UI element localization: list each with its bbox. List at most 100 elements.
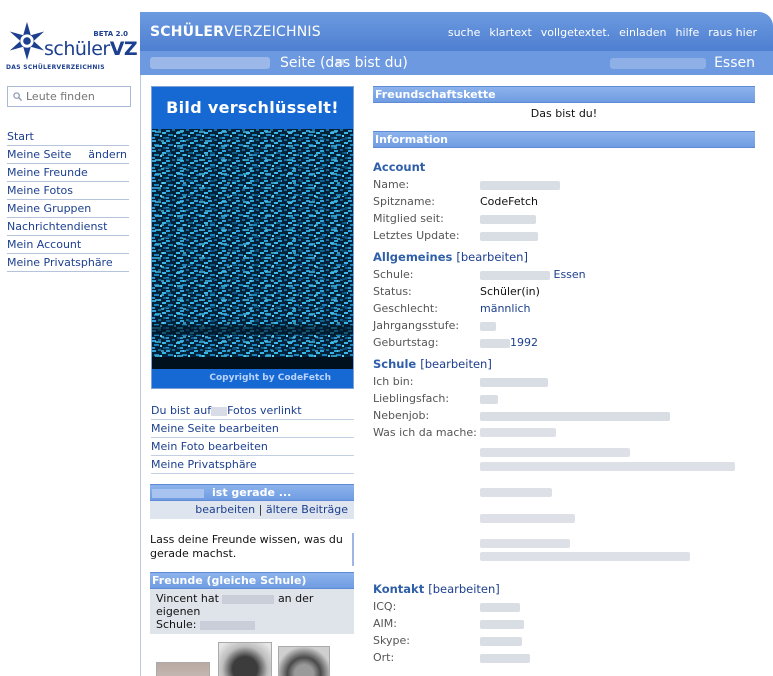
info-row: Ich bin: [373,373,755,390]
blurred-value [480,377,548,387]
people-search[interactable] [7,86,131,107]
menu-search[interactable]: suche [448,26,481,39]
friend-thumbnails [150,642,354,676]
menu-logout[interactable]: raus hier [708,26,757,39]
site-logo[interactable]: BETA 2.0 schülerVZ DAS SCHÜLERVERZEICHNI… [6,20,138,76]
sidebar-item-messages[interactable]: Nachrichtendienst [7,218,129,236]
edit-page-link[interactable]: Meine Seite bearbeiten [151,420,354,438]
birthday-link[interactable]: 1992 [480,334,538,351]
school-link[interactable]: Essen [480,266,586,283]
blurred-value [480,552,690,561]
sidebar-item-label[interactable]: Meine Privatsphäre [7,256,113,269]
page-city: Essen [714,55,755,71]
left-sidebar: BETA 2.0 schülerVZ DAS SCHÜLERVERZEICHNI… [0,0,138,676]
blurred-value [480,214,536,224]
edit-photo-label[interactable]: Mein Foto bearbeiten [151,440,268,453]
contact-heading: Kontakt [bearbeiten] [373,582,500,596]
menu-klartext[interactable]: klartext [489,26,531,39]
blurred-value [480,338,510,348]
sidebar-nav: Start Meine Seite ändern Meine Freunde Me… [7,128,129,272]
sidebar-item-label[interactable]: Meine Fotos [7,184,73,197]
menu-vollgetextet[interactable]: vollgetextet. [541,26,610,39]
menu-invite[interactable]: einladen [619,26,666,39]
status-actions: bearbeiten | ältere Beiträge [150,501,354,519]
logo-tagline: DAS SCHÜLERVERZEICHNIS [6,64,105,71]
friend-thumbnail[interactable] [156,662,210,676]
info-row: Was ich da mache: [373,424,755,584]
status-text[interactable]: Lass deine Freunde wissen, was du gerade… [150,533,354,566]
sidebar-item-label[interactable]: Nachrichtendienst [7,220,107,233]
sidebar-item-label[interactable]: Meine Freunde [7,166,88,179]
sidebar-item-friends[interactable]: Meine Freunde [7,164,129,182]
older-posts-link[interactable]: ältere Beiträge [266,503,348,516]
sidebar-item-label[interactable]: Meine Gruppen [7,202,91,215]
blurred-value [480,462,735,471]
edit-page-label[interactable]: Meine Seite bearbeiten [151,422,279,435]
info-row: Name: [373,176,755,193]
info-row: Geschlecht: männlich [373,300,531,317]
info-row: Letztes Update: [373,227,755,244]
tagged-suffix[interactable]: Fotos verlinkt [227,404,302,417]
sidebar-item-label[interactable]: Mein Account [7,238,81,251]
picture-banner: Bild verschlüsselt! [152,87,353,129]
blurred-value [480,394,498,404]
blurred-value [480,448,630,457]
sidebar-item-label[interactable]: Start [7,130,34,143]
header-brand[interactable]: SCHÜLERVERZEICHNIS [150,24,321,40]
info-row: Jahrgangsstufe: [373,317,755,334]
gender-link[interactable]: männlich [480,300,531,317]
account-heading: Account [373,160,426,174]
info-row: Mitglied seit: [373,210,755,227]
search-icon [13,92,22,101]
search-input[interactable] [26,89,126,104]
info-row: Geburtstag: 1992 [373,334,538,351]
blurred-value [480,321,496,331]
blurred-value [480,411,670,421]
tagged-photos-link[interactable]: Du bist auf Fotos verlinkt [151,402,354,420]
contact-edit-link[interactable]: [bearbeiten] [428,582,500,596]
blurred-school [200,620,256,630]
sidebar-item-privacy[interactable]: Meine Privatsphäre [7,254,129,272]
privacy-link[interactable]: Meine Privatsphäre [151,456,354,474]
sidebar-item-label[interactable]: Meine Seite [7,148,71,161]
friendship-chain-note: Das bist du! [530,107,598,120]
friend-thumbnail[interactable] [278,646,330,676]
friends-box: Freunde (gleiche Schule) Vincent hat an … [150,572,354,676]
sidebar-item-groups[interactable]: Meine Gruppen [7,200,129,218]
blurred-count [222,594,275,604]
blurred-value [480,619,524,629]
sidebar-item-my-page[interactable]: Meine Seite ändern [7,146,129,164]
change-link[interactable]: ändern [88,146,127,163]
status-header: ist gerade ... [150,484,354,501]
info-row: Skype: [373,632,755,649]
sidebar-item-photos[interactable]: Meine Fotos [7,182,129,200]
blurred-name [150,57,270,69]
info-row: Status: Schüler(in) [373,285,540,298]
sidebar-item-account[interactable]: Mein Account [7,236,129,254]
info-row: Lieblingsfach: [373,390,755,407]
edit-photo-link[interactable]: Mein Foto bearbeiten [151,438,354,456]
header-menu: suche klartext vollgetextet. einladen hi… [439,26,757,39]
tagged-prefix[interactable]: Du bist auf [151,404,211,417]
school-heading: Schule [bearbeiten] [373,357,492,371]
blurred-value [480,653,530,663]
friends-note: Vincent hat an der eigenen Schule: [150,589,354,634]
menu-help[interactable]: hilfe [675,26,699,39]
blurred-school [610,58,706,69]
general-edit-link[interactable]: [bearbeiten] [456,250,528,264]
blurred-value [480,270,550,280]
info-row: ICQ: [373,598,755,615]
info-row: AIM: [373,615,755,632]
sidebar-item-start[interactable]: Start [7,128,129,146]
encrypted-noise [152,129,353,371]
status-edit-link[interactable]: bearbeiten [195,503,255,516]
blurred-value [480,488,552,497]
profile-picture[interactable]: Bild verschlüsselt! Copyright by CodeFet… [151,86,354,389]
friend-thumbnail[interactable] [218,642,272,676]
profile-info: Freundschaftskette Das bist du! Informat… [373,86,755,666]
blurred-value [480,539,570,548]
school-edit-link[interactable]: [bearbeiten] [420,357,492,371]
page-title: Seite (das bist du) [280,55,408,71]
privacy-label[interactable]: Meine Privatsphäre [151,458,257,471]
friends-header[interactable]: Freunde (gleiche Schule) [150,572,354,589]
